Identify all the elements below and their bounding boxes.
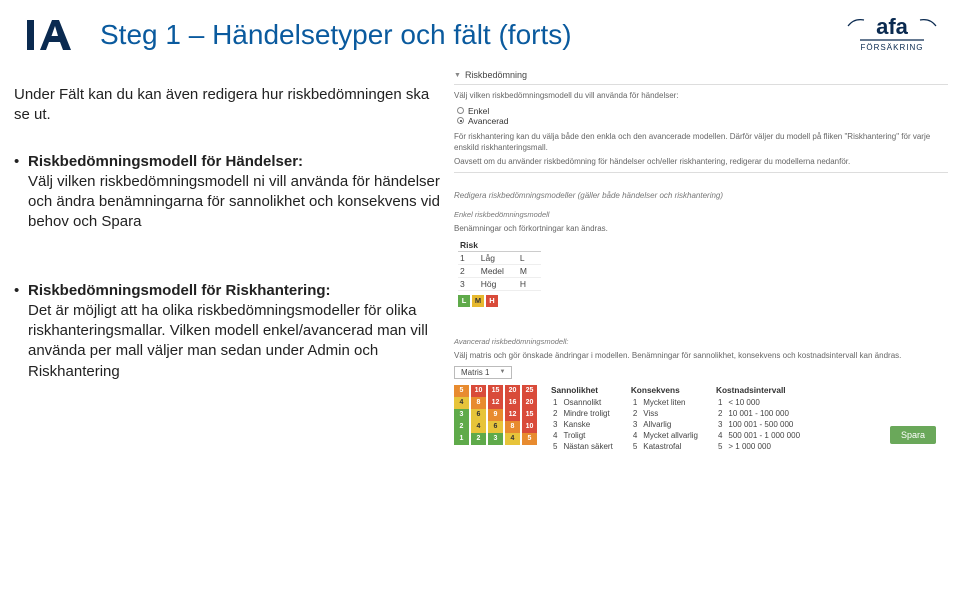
def-row: 1Mycket liten — [631, 397, 702, 408]
bullet-riskhantering: Riskbedömningsmodell för Riskhantering: … — [14, 281, 442, 382]
def-row: 3Allvarlig — [631, 419, 702, 430]
matrix-cell: 5 — [522, 433, 537, 445]
matrix-cell: 5 — [454, 385, 469, 397]
matrix-cell: 25 — [522, 385, 537, 397]
radio-avancerad[interactable]: Avancerad — [457, 116, 948, 126]
matrix-cell: 2 — [454, 421, 469, 433]
def-row: 3100 001 - 500 000 — [716, 419, 804, 430]
matrix-row: 12345 — [454, 433, 537, 445]
lmh-high: H — [486, 295, 498, 307]
svg-text:FÖRSÄKRING: FÖRSÄKRING — [861, 43, 924, 52]
matrix-cell: 20 — [522, 397, 537, 409]
kostnad-column: Kostnadsintervall 1< 10 000210 001 - 100… — [716, 385, 804, 452]
chevron-down-icon: ▼ — [499, 369, 505, 375]
def-row: 2Mindre troligt — [551, 408, 617, 419]
enkel-head: Enkel riskbedömningsmodell — [454, 210, 948, 219]
save-button[interactable]: Spara — [890, 426, 936, 444]
def-row: 210 001 - 100 000 — [716, 408, 804, 419]
matrix-cell: 12 — [505, 409, 520, 421]
radio-icon — [457, 107, 464, 114]
bullet-title-2: Riskbedömningsmodell för Riskhantering: — [28, 282, 331, 299]
matrix-cell: 6 — [488, 421, 503, 433]
riskhant-text: För riskhantering kan du välja både den … — [454, 132, 948, 154]
matrix-cell: 15 — [522, 409, 537, 421]
risk-panel: ▼ Riskbedömning Välj vilken riskbedömnin… — [454, 70, 948, 452]
oavsett-text: Oavsett om du använder riskbedömning för… — [454, 157, 948, 168]
adv-sub: Välj matris och gör önskade ändringar i … — [454, 351, 948, 362]
bullet-body-2: Det är möjligt att ha olika riskbedömnin… — [28, 302, 428, 380]
bullet-handelser: Riskbedömningsmodell för Händelser: Välj… — [14, 152, 442, 233]
matrix-cell: 15 — [488, 385, 503, 397]
panel-title: Riskbedömning — [465, 70, 527, 80]
matrix-cell: 4 — [454, 397, 469, 409]
def-row: 2Viss — [631, 408, 702, 419]
bullet-body-1: Välj vilken riskbedömningsmodell ni vill… — [28, 173, 440, 231]
def-row: 3Kanske — [551, 419, 617, 430]
svg-text:afa: afa — [876, 14, 909, 39]
adv-head: Avancerad riskbedömningsmodell: — [454, 337, 948, 346]
matrix-cell: 8 — [471, 397, 486, 409]
def-row: 4Mycket allvarlig — [631, 430, 702, 441]
matrix-cell: 10 — [522, 421, 537, 433]
matrix-cell: 3 — [454, 409, 469, 421]
lmh-med: M — [472, 295, 484, 307]
matrix-cell: 10 — [471, 385, 486, 397]
def-row: 5Nästan säkert — [551, 441, 617, 452]
ia-logo — [20, 18, 80, 52]
matrix-cell: 4 — [471, 421, 486, 433]
left-column: Under Fält kan du kan även redigera hur … — [14, 85, 442, 430]
konsekvens-head: Konsekvens — [631, 385, 702, 397]
def-row: 5Katastrofal — [631, 441, 702, 452]
matrix-cell: 4 — [505, 433, 520, 445]
choose-model-text: Välj vilken riskbedömningsmodell du vill… — [454, 91, 948, 102]
lmh-low: L — [458, 295, 470, 307]
panel-header[interactable]: ▼ Riskbedömning — [454, 70, 948, 80]
konsekvens-column: Konsekvens 1Mycket liten2Viss3Allvarlig4… — [631, 385, 702, 452]
edit-header: Redigera riskbedömningsmodeller (gäller … — [454, 191, 948, 200]
radio-icon — [457, 117, 464, 124]
afa-logo: afa FÖRSÄKRING — [840, 14, 940, 57]
risk-matrix: 51015202548121620369121524681012345 — [454, 385, 537, 445]
matrix-cell: 3 — [488, 433, 503, 445]
lmh-legend: L M H — [458, 295, 948, 307]
matrix-cell: 9 — [488, 409, 503, 421]
enkel-risk-table: Risk 1LågL2MedelM3HögH — [458, 239, 541, 291]
kostnad-head: Kostnadsintervall — [716, 385, 804, 397]
caret-down-icon: ▼ — [454, 72, 461, 79]
divider — [454, 172, 948, 173]
risk-row: 1LågL — [458, 251, 541, 264]
radio-enkel[interactable]: Enkel — [457, 106, 948, 116]
matrix-cell: 2 — [471, 433, 486, 445]
bullet-title-1: Riskbedömningsmodell för Händelser: — [28, 153, 303, 170]
page-header: Steg 1 – Händelsetyper och fält (forts) … — [20, 10, 940, 60]
risk-row: 2MedelM — [458, 264, 541, 277]
def-row: 5> 1 000 000 — [716, 441, 804, 452]
def-row: 4500 001 - 1 000 000 — [716, 430, 804, 441]
sannolikhet-column: Sannolikhet 1Osannolikt2Mindre troligt3K… — [551, 385, 617, 452]
page-title: Steg 1 – Händelsetyper och fält (forts) — [80, 19, 840, 51]
matrix-row: 48121620 — [454, 397, 537, 409]
intro-text: Under Fält kan du kan även redigera hur … — [14, 85, 442, 126]
matrix-cell: 16 — [505, 397, 520, 409]
matrix-cell: 20 — [505, 385, 520, 397]
matrix-cell: 6 — [471, 409, 486, 421]
matris-select-value: Matris 1 — [461, 368, 489, 377]
matrix-row: 246810 — [454, 421, 537, 433]
radio-label-enkel: Enkel — [468, 106, 489, 116]
matrix-cell: 8 — [505, 421, 520, 433]
sannolikhet-head: Sannolikhet — [551, 385, 617, 397]
divider — [454, 84, 948, 85]
matrix-cell: 12 — [488, 397, 503, 409]
def-row: 1Osannolikt — [551, 397, 617, 408]
def-row: 4Troligt — [551, 430, 617, 441]
enkel-sub: Benämningar och förkortningar kan ändras… — [454, 224, 948, 235]
radio-label-avancerad: Avancerad — [468, 116, 508, 126]
matrix-row: 3691215 — [454, 409, 537, 421]
def-row: 1< 10 000 — [716, 397, 804, 408]
matrix-row: 510152025 — [454, 385, 537, 397]
matrix-cell: 1 — [454, 433, 469, 445]
matris-select[interactable]: Matris 1 ▼ — [454, 366, 512, 379]
risk-col-head: Risk — [458, 239, 541, 252]
risk-row: 3HögH — [458, 277, 541, 290]
